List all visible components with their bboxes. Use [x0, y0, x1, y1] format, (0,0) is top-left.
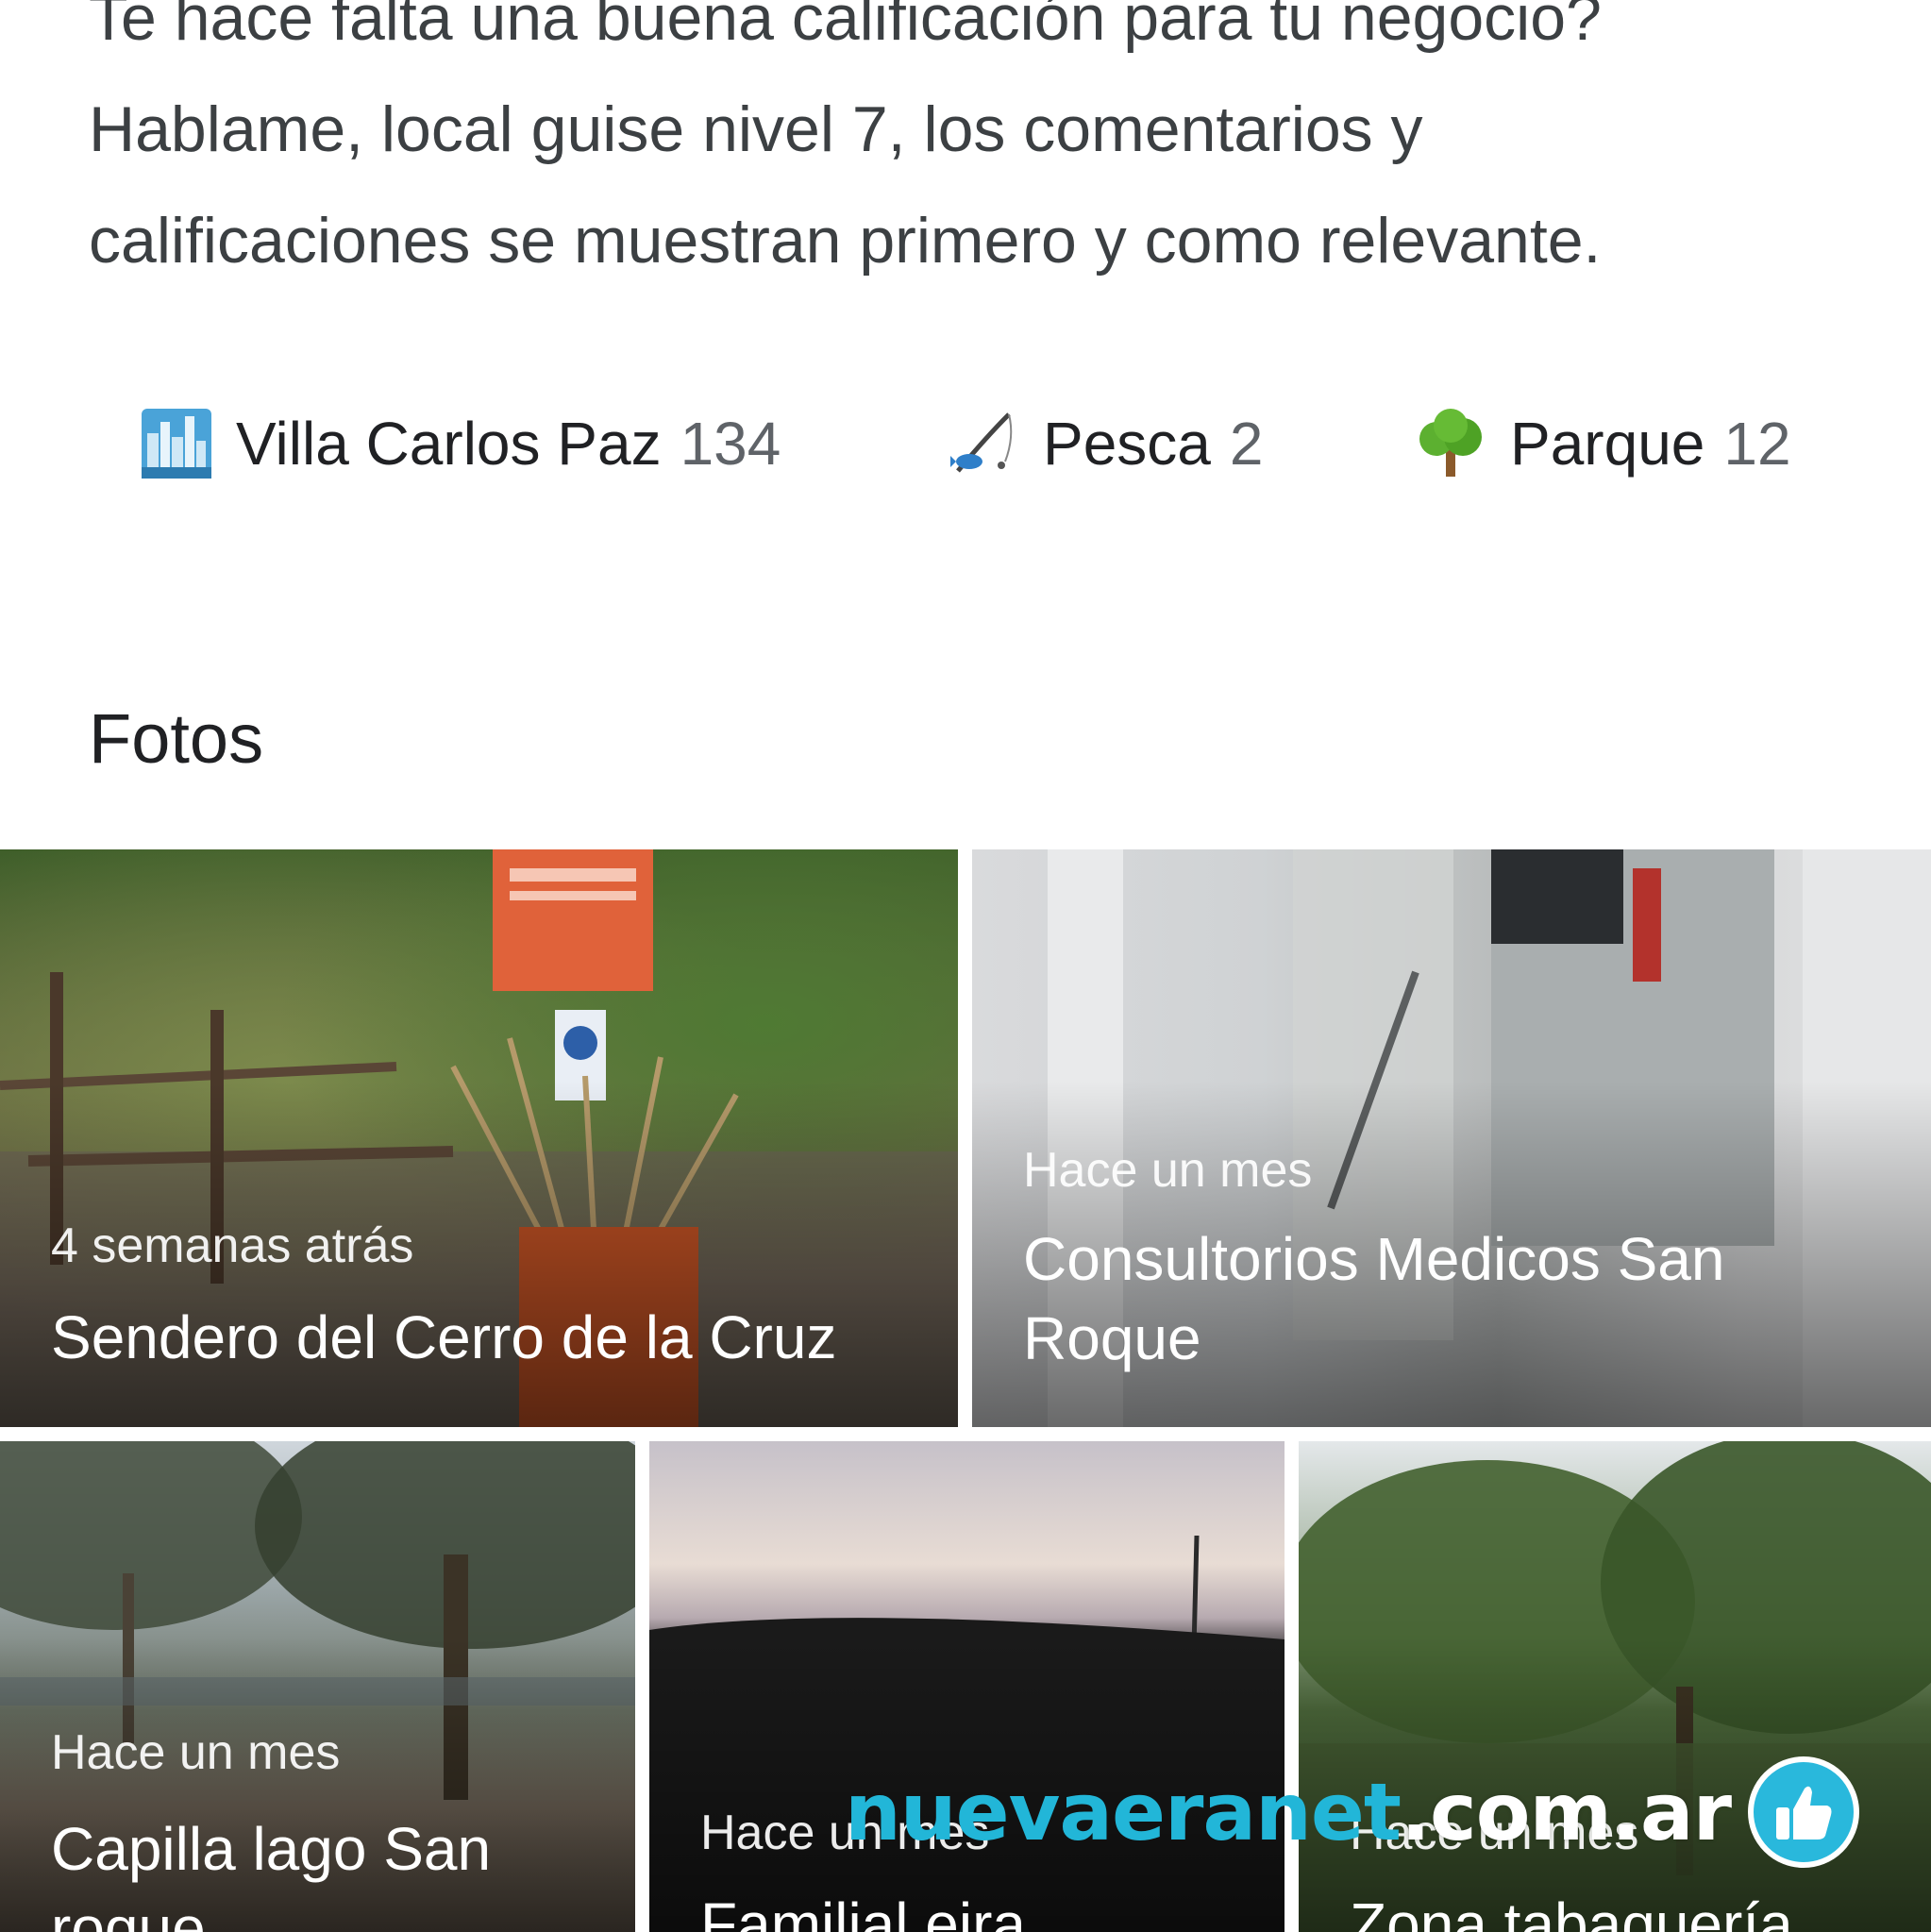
tag-row: Villa Carlos Paz 134 Pesca 2 Parque 12: [0, 396, 1931, 491]
watermark-brand: nuevaeranet: [845, 1766, 1402, 1858]
watermark: nuevaeranet .com.ar: [845, 1751, 1859, 1873]
tag-name: Pesca: [1043, 410, 1211, 478]
photo-card[interactable]: Hace un mes Consultorios Medicos San Roq…: [972, 849, 1931, 1427]
photo-card[interactable]: Hace un mes Capilla lago San roque: [0, 1441, 635, 1932]
photo-title: Zona tabaquería: [1350, 1890, 1793, 1932]
photo-card[interactable]: 4 semanas atrás Sendero del Cerro de la …: [0, 849, 958, 1427]
photos-section-title: Fotos: [89, 699, 264, 778]
photo-time: 4 semanas atrás: [51, 1218, 414, 1273]
photo-title: Familial eira: [700, 1890, 1026, 1932]
tag-name: Parque: [1510, 410, 1705, 478]
post-text-line-2: Hablame, local guise nivel 7, los coment…: [89, 93, 1423, 165]
photo-title: Consultorios Medicos San Roque: [1023, 1225, 1725, 1372]
tag-pesca[interactable]: Pesca 2: [949, 396, 1263, 491]
tag-villa-carlos-paz[interactable]: Villa Carlos Paz 134: [142, 396, 781, 491]
photo-time: Hace un mes: [1023, 1143, 1313, 1198]
photo-title: Capilla lago San roque: [51, 1815, 492, 1932]
cityscape-icon: [142, 409, 211, 479]
photo-time: Hace un mes: [51, 1725, 341, 1780]
post-text: Te hace falta una buena calificación par…: [89, 0, 1882, 296]
tag-count: 134: [680, 410, 781, 478]
tag-count: 12: [1723, 410, 1791, 478]
fishing-pole-icon: [949, 409, 1018, 479]
post-text-line-1: Te hace falta una buena calificación par…: [89, 0, 1602, 54]
watermark-domain: .com.ar: [1401, 1766, 1732, 1858]
tree-icon: [1416, 409, 1486, 479]
tag-count: 2: [1229, 410, 1264, 478]
photo-title: Sendero del Cerro de la Cruz: [51, 1303, 837, 1371]
tag-name: Villa Carlos Paz: [236, 410, 662, 478]
tag-parque[interactable]: Parque 12: [1416, 396, 1791, 491]
post-text-line-3: calificaciones se muestran primero y com…: [89, 205, 1602, 277]
thumbs-up-icon: [1748, 1756, 1859, 1868]
